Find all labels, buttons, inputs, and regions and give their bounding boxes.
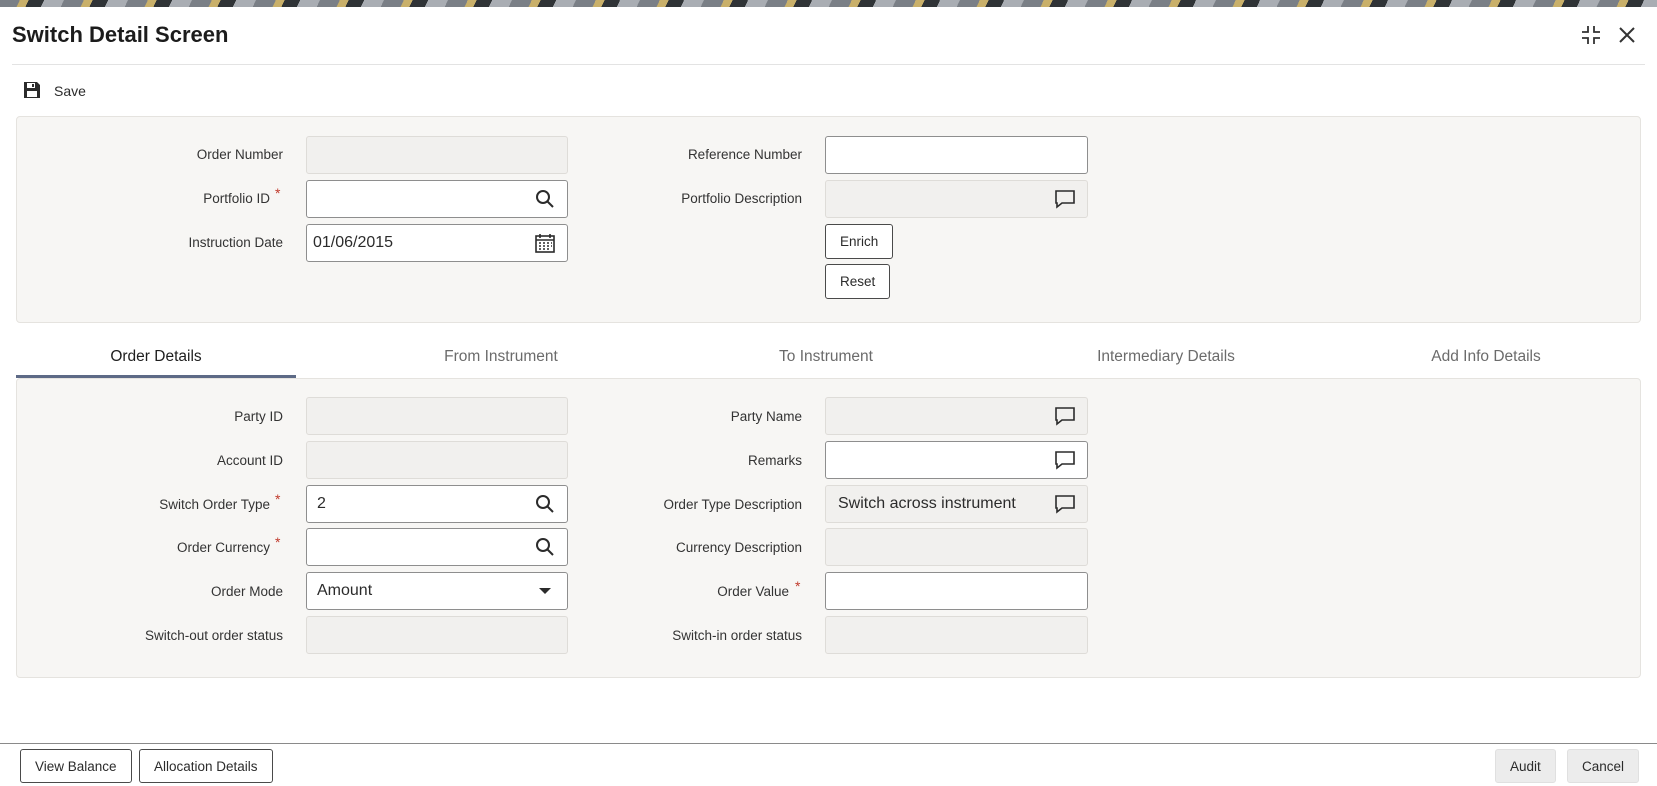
maximize-icon[interactable]: [1578, 22, 1604, 48]
currency-description-label: Currency Description: [675, 540, 802, 555]
save-label: Save: [54, 83, 86, 99]
comment-icon[interactable]: [1053, 492, 1077, 516]
switch-order-type-input[interactable]: 2: [306, 485, 568, 523]
page-title: Switch Detail Screen: [12, 22, 229, 47]
cancel-button[interactable]: Cancel: [1567, 749, 1640, 783]
required-marker: *: [275, 185, 281, 201]
caret-down-icon: [533, 579, 557, 603]
tab-bar: Order Details From Instrument To Instrum…: [16, 340, 1641, 378]
reset-button[interactable]: Reset: [825, 264, 891, 299]
order-currency-label: Order Currency: [176, 540, 270, 555]
search-icon[interactable]: [533, 187, 557, 211]
party-id-label: Party ID: [234, 409, 283, 424]
order-type-description-value: Switch across instrument: [838, 495, 1016, 512]
order-mode-value: Amount: [317, 582, 373, 599]
audit-button[interactable]: Audit: [1495, 749, 1556, 783]
instruction-date-value: 01/06/2015: [313, 234, 394, 251]
order-mode-select[interactable]: Amount: [306, 572, 568, 610]
close-icon[interactable]: [1614, 22, 1640, 48]
switch-out-status-field[interactable]: [306, 616, 568, 654]
switch-order-type-value: 2: [317, 495, 326, 512]
order-number-label: Order Number: [196, 147, 283, 162]
party-id-field[interactable]: [306, 397, 568, 435]
instruction-date-label: Instruction Date: [188, 235, 283, 250]
view-balance-button[interactable]: View Balance: [20, 749, 132, 783]
comment-icon[interactable]: [1053, 187, 1077, 211]
required-marker: *: [795, 578, 801, 594]
portfolio-id-input[interactable]: [306, 180, 568, 218]
footer-divider: [0, 743, 1657, 744]
switch-in-status-label: Switch-in order status: [672, 628, 802, 643]
reference-number-label: Reference Number: [687, 147, 802, 162]
search-icon[interactable]: [533, 535, 557, 559]
comment-icon[interactable]: [1053, 448, 1077, 472]
title-divider: [12, 64, 1645, 65]
reference-number-input[interactable]: [825, 136, 1088, 174]
calendar-icon[interactable]: [533, 231, 557, 255]
order-value-input[interactable]: [825, 572, 1088, 610]
portfolio-id-label: Portfolio ID: [203, 191, 270, 206]
comment-icon[interactable]: [1053, 404, 1077, 428]
party-name-label: Party Name: [730, 409, 802, 424]
order-mode-label: Order Mode: [210, 584, 283, 599]
switch-out-status-label: Switch-out order status: [144, 628, 283, 643]
order-currency-input[interactable]: [306, 528, 568, 566]
required-marker: *: [275, 491, 281, 507]
tab-from-instrument[interactable]: From Instrument: [356, 340, 646, 378]
switch-in-status-field[interactable]: [825, 616, 1088, 654]
account-id-field[interactable]: [306, 441, 568, 479]
order-type-description-field[interactable]: Switch across instrument: [825, 485, 1088, 523]
tab-order-details[interactable]: Order Details: [16, 340, 296, 378]
decorative-header-strip: [0, 0, 1657, 7]
currency-description-field[interactable]: [825, 528, 1088, 566]
switch-order-type-label: Switch Order Type: [159, 497, 270, 512]
tab-add-info-details[interactable]: Add Info Details: [1346, 340, 1626, 378]
enrich-button[interactable]: Enrich: [825, 224, 894, 259]
save-icon: [22, 80, 42, 103]
remarks-input[interactable]: [825, 441, 1088, 479]
party-name-field[interactable]: [825, 397, 1088, 435]
required-marker: *: [275, 534, 281, 550]
tab-to-instrument[interactable]: To Instrument: [681, 340, 971, 378]
portfolio-description-field[interactable]: [825, 180, 1088, 218]
search-icon[interactable]: [533, 492, 557, 516]
allocation-details-button[interactable]: Allocation Details: [139, 749, 273, 783]
order-type-description-label: Order Type Description: [663, 497, 802, 512]
remarks-label: Remarks: [747, 453, 802, 468]
tab-intermediary-details[interactable]: Intermediary Details: [1016, 340, 1316, 378]
portfolio-description-label: Portfolio Description: [681, 191, 802, 206]
account-id-label: Account ID: [216, 453, 283, 468]
save-button[interactable]: Save: [22, 78, 86, 104]
order-number-field[interactable]: [306, 136, 568, 174]
order-value-label: Order Value: [717, 584, 789, 599]
instruction-date-input[interactable]: 01/06/2015: [306, 224, 568, 262]
